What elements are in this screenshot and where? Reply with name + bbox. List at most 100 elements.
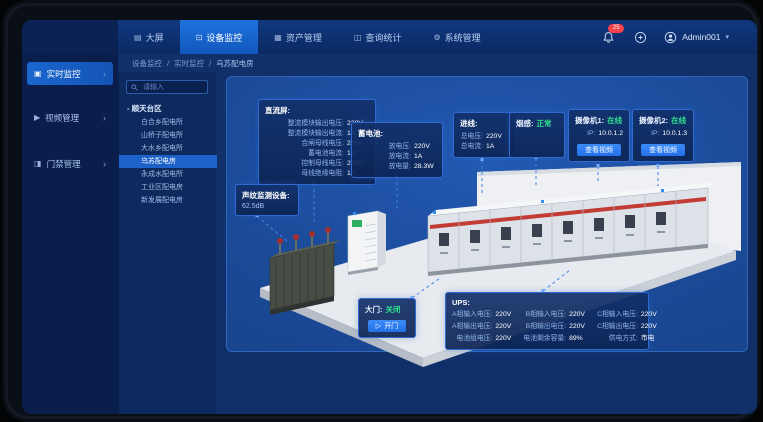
monitor-icon: ⊡ [196,33,203,42]
top-navbar: ▤ 大屏 ⊡ 设备监控 ▦ 资产管理 ◫ 查询统计 ⚙ 系统管理 [22,20,757,54]
tab-label: 系统管理 [445,31,481,44]
ups-cell: C相输入电压:220V [597,310,661,320]
smoke-title: 烟感: [516,118,534,129]
tab-system[interactable]: ⚙ 系统管理 [417,20,496,54]
sidebar-item-label: 视频管理 [45,112,79,124]
collapse-icon: - [127,104,130,113]
camera1-title: 摄像机1: [575,115,604,126]
tree-item[interactable]: 大水乡配电所 [119,142,217,155]
ups-cell: 电池组电压:220V [452,334,515,344]
monitor-screen-icon: ▣ [34,69,42,78]
notification-bell-icon[interactable]: 25 [600,29,616,45]
row-label: 合闸母线电压: [265,139,344,149]
door-status: 关闭 [386,304,401,315]
cell-label: 供电方式: [597,334,638,344]
row-value: 1A [414,152,436,162]
tree-root-label: 顺天台区 [132,104,162,113]
sidebar-item-label: 门禁管理 [47,158,81,170]
row-label: 总电压: [460,132,483,142]
cell-value: 220V [641,310,661,320]
navbar-right: 25 Admin001 ▾ [600,20,757,54]
data-row: 放电流:1A [358,152,436,162]
row-label: 总电流: [460,142,483,152]
sound-monitor-card: 声纹监测设备: 62.5dB [235,184,299,216]
ups-card: UPS: A相输入电压:220V B相输入电压:220V C相输入电压:220V… [445,292,649,350]
view-video-button[interactable]: 查看视频 [577,144,621,156]
sidebar-item-label: 实时监控 [47,68,81,80]
tab-device-monitor[interactable]: ⊡ 设备监控 [180,20,259,54]
cell-value: 89% [569,334,589,344]
tree-item[interactable]: 白合乡配电所 [119,116,217,129]
logo-area [22,20,118,54]
smoke-sensor-card: 烟感:正常 [509,112,565,158]
data-row: 放电压:220V [358,142,436,152]
fullscreen-icon[interactable] [632,29,648,45]
tab-assets[interactable]: ▦ 资产管理 [258,20,338,54]
breadcrumb-item[interactable]: 设备监控 [132,58,162,69]
cell-label: 电池组电压: [452,334,492,344]
row-label: 控制母线电压: [265,159,344,169]
search-icon [131,84,138,91]
view-video-button[interactable]: 查看视频 [641,144,685,156]
chevron-down-icon: ▾ [725,33,729,41]
bigscreen-icon: ▤ [134,33,142,42]
search-input[interactable] [141,83,203,92]
tree-item[interactable]: 工业区配电房 [119,181,217,194]
ups-cell: B相输入电压:220V [523,310,589,320]
breadcrumb-current: 乌苏配电房 [216,58,254,69]
battery-card: 蓄电池: 放电压:220V 放电流:1A 放电量:28.3W [351,122,443,178]
tree-item-selected[interactable]: 乌苏配电房 [119,155,217,168]
chevron-right-icon: › [103,159,106,169]
tree-search [126,80,208,94]
cell-label: 电池剩余容量: [523,334,566,344]
tab-statistics[interactable]: ◫ 查询统计 [338,20,418,54]
open-door-label: 开门 [384,321,398,331]
tree-item[interactable]: 山桥子配电所 [119,129,217,142]
cell-value: 220V [641,322,661,332]
sidebar-item-access-control[interactable]: ◨ 门禁管理 › [27,152,113,175]
breadcrumb-separator: / [209,59,211,68]
camera2-card: 摄像机2:在线 IP:10.0.1.3 查看视频 [632,109,694,162]
ups-cell: 供电方式:市电 [597,334,661,344]
incoming-line-card: 进线: 总电压:220V 总电流:1A [453,112,515,158]
row-value: 220V [486,132,508,142]
user-menu[interactable]: Admin001 ▾ [664,31,729,44]
sidebar-item-video-management[interactable]: ▶ 视频管理 › [27,106,113,129]
ups-cell: A相输入电压:220V [452,310,515,320]
tab-label: 设备监控 [206,31,242,44]
row-label: 放电压: [358,142,411,152]
nav-tabs: ▤ 大屏 ⊡ 设备监控 ▦ 资产管理 ◫ 查询统计 ⚙ 系统管理 [118,20,497,54]
camera2-title: 摄像机2: [639,115,668,126]
ip-value: 10.0.1.2 [598,129,623,139]
row-value: 220V [414,142,436,152]
data-row: 总电压:220V [460,132,508,142]
notification-badge: 25 [608,24,624,33]
ip-value: 10.0.1.3 [662,129,687,139]
tab-label: 资产管理 [286,31,322,44]
door-title: 大门: [365,304,383,315]
tree-item[interactable]: 永成水配电所 [119,168,217,181]
tab-bigscreen[interactable]: ▤ 大屏 [118,20,180,54]
cell-label: A相输入电压: [452,310,492,320]
door-open-icon: ▷ [376,322,381,330]
tree-root-node[interactable]: - 顺天台区 [127,103,162,114]
door-card: 大门:关闭 ▷开门 [358,298,416,338]
ups-grid: A相输入电压:220V B相输入电压:220V C相输入电压:220V A相输出… [452,310,642,344]
camera1-card: 摄像机1:在线 IP:10.0.1.2 查看视频 [568,109,630,162]
row-label: 整流模块输出电流: [265,129,344,139]
open-door-button[interactable]: ▷开门 [368,320,406,332]
ups-cell: A相输出电压:220V [452,322,515,332]
row-label: 放电流: [358,152,411,162]
chevron-right-icon: › [103,113,106,123]
smoke-status: 正常 [537,118,552,129]
sidebar-item-realtime-monitor[interactable]: ▣ 实时监控 › [27,62,113,85]
stats-icon: ◫ [354,33,362,42]
cell-value: 220V [569,322,589,332]
breadcrumb-item[interactable]: 实时监控 [174,58,204,69]
battery-title: 蓄电池: [358,128,436,139]
row-label: 整流模块输出电压: [265,119,344,129]
ups-title: UPS: [452,298,642,307]
username: Admin001 [682,32,720,42]
cell-label: A相输出电压: [452,322,492,332]
tree-item[interactable]: 新发展配电房 [119,194,217,207]
